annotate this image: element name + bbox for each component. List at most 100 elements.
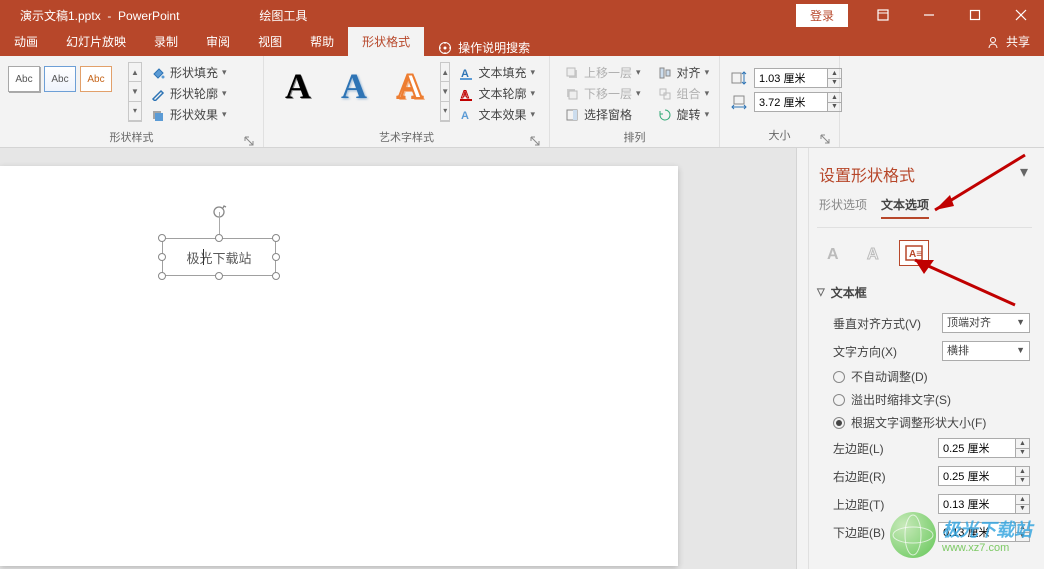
shape-style-preset[interactable]: Abc <box>44 66 76 92</box>
textbox-category-icon[interactable]: A≡ <box>899 240 929 266</box>
text-fill-icon: A <box>458 65 474 81</box>
gallery-expand-icon[interactable]: ▾ <box>441 102 449 121</box>
spin-up-icon[interactable]: ▲ <box>828 93 841 103</box>
group-label: 形状样式 <box>6 127 257 149</box>
group-objects-label: 组合 <box>677 85 701 102</box>
slide[interactable]: 极光下载站 <box>0 166 678 566</box>
valign-select[interactable]: 顶端对齐 <box>942 313 1030 333</box>
tab-help[interactable]: 帮助 <box>296 27 348 56</box>
selection-pane-label: 选择窗格 <box>584 106 632 123</box>
selected-shape[interactable]: 极光下载站 <box>162 238 276 276</box>
margin-right-input[interactable] <box>938 466 1016 486</box>
scroll-down-icon[interactable]: ▼ <box>441 82 449 101</box>
scroll-up-icon[interactable]: ▲ <box>441 63 449 82</box>
bring-forward-button[interactable]: 上移一层▾ <box>560 62 645 83</box>
globe-icon <box>890 512 936 558</box>
text-fill-outline-icon[interactable]: A <box>819 240 849 266</box>
selection-pane-button[interactable]: 选择窗格 <box>560 104 645 125</box>
slide-canvas[interactable]: 极光下载站 <box>0 148 796 569</box>
shape-style-preset[interactable]: Abc <box>8 66 40 92</box>
width-icon <box>728 93 750 111</box>
radio-shrink-text[interactable]: 溢出时缩排文字(S) <box>817 388 1032 411</box>
window-title: 演示文稿1.pptx - PowerPoint <box>0 7 179 24</box>
rotate-button[interactable]: 旋转▾ <box>653 104 714 125</box>
width-input[interactable] <box>754 92 828 112</box>
section-textbox[interactable]: ▽ 文本框 <box>817 280 1032 309</box>
scroll-up-icon[interactable]: ▲ <box>129 63 141 82</box>
scroll-down-icon[interactable]: ▼ <box>129 82 141 101</box>
chevron-down-icon: ▽ <box>817 287 825 298</box>
wordart-preset[interactable]: A <box>386 64 434 108</box>
margin-right-spinner: ▲▼ <box>1016 466 1030 486</box>
textdir-select[interactable]: 横排 <box>942 341 1030 361</box>
resize-handle[interactable] <box>158 253 166 261</box>
align-button[interactable]: 对齐▾ <box>653 62 714 83</box>
resize-handle[interactable] <box>158 234 166 242</box>
group-label: 排列 <box>556 127 713 149</box>
tab-shape-format[interactable]: 形状格式 <box>348 27 424 56</box>
gallery-expand-icon[interactable]: ▾ <box>129 102 141 121</box>
spin-down-icon[interactable]: ▼ <box>1016 449 1029 458</box>
file-name: 演示文稿1.pptx <box>20 9 101 23</box>
dialog-launcher-icon[interactable] <box>529 135 541 147</box>
pane-menu-icon[interactable]: ▾ <box>1016 162 1032 186</box>
close-icon[interactable] <box>998 0 1044 30</box>
shape-style-preset[interactable]: Abc <box>80 66 112 92</box>
wordart-preset[interactable]: A <box>330 64 378 108</box>
resize-handle[interactable] <box>272 272 280 280</box>
resize-handle[interactable] <box>272 253 280 261</box>
maximize-icon[interactable] <box>952 0 998 30</box>
style-gallery-scroll: ▲ ▼ ▾ <box>128 62 142 122</box>
tab-review[interactable]: 审阅 <box>192 27 244 56</box>
resize-handle[interactable] <box>272 234 280 242</box>
tab-view[interactable]: 视图 <box>244 27 296 56</box>
tab-slideshow[interactable]: 幻灯片放映 <box>52 27 140 56</box>
tab-animations[interactable]: 动画 <box>0 27 52 56</box>
share-button[interactable]: 共享 <box>974 27 1044 56</box>
pane-collapse-handle[interactable] <box>797 148 809 569</box>
minimize-icon[interactable] <box>906 0 952 30</box>
group-button[interactable]: 组合▾ <box>653 83 714 104</box>
dialog-launcher-icon[interactable] <box>243 135 255 147</box>
tell-me[interactable]: 操作说明搜索 <box>438 39 530 56</box>
send-backward-icon <box>564 86 580 102</box>
spin-up-icon[interactable]: ▲ <box>1016 439 1029 449</box>
bring-forward-icon <box>564 65 580 81</box>
spin-up-icon[interactable]: ▲ <box>1016 495 1029 505</box>
text-fill-button[interactable]: A 文本填充▾ <box>454 62 539 83</box>
text-effects-button[interactable]: A 文本效果▾ <box>454 104 539 125</box>
login-button[interactable]: 登录 <box>796 4 848 27</box>
paint-bucket-icon <box>150 65 166 81</box>
shape-outline-button[interactable]: 形状轮廓▾ <box>146 83 231 104</box>
margin-left-input[interactable] <box>938 438 1016 458</box>
group-size: ▲▼ ▲▼ 大小 <box>720 56 840 147</box>
spin-down-icon[interactable]: ▼ <box>1016 477 1029 486</box>
ribbon-display-options-icon[interactable] <box>860 0 906 30</box>
spin-down-icon[interactable]: ▼ <box>828 103 841 112</box>
shape-fill-button[interactable]: 形状填充▾ <box>146 62 231 83</box>
shape-textbox[interactable]: 极光下载站 <box>162 238 276 276</box>
radio-icon <box>833 371 845 383</box>
spin-up-icon[interactable]: ▲ <box>828 69 841 79</box>
shape-effects-button[interactable]: 形状效果▾ <box>146 104 231 125</box>
dialog-launcher-icon[interactable] <box>819 133 831 145</box>
send-backward-button[interactable]: 下移一层▾ <box>560 83 645 104</box>
wordart-preset[interactable]: A <box>274 64 322 108</box>
share-label: 共享 <box>1006 33 1030 50</box>
radio-no-autofit[interactable]: 不自动调整(D) <box>817 365 1032 388</box>
spin-down-icon[interactable]: ▼ <box>828 79 841 88</box>
spin-up-icon[interactable]: ▲ <box>1016 467 1029 477</box>
resize-handle[interactable] <box>215 234 223 242</box>
pane-tab-shape-options[interactable]: 形状选项 <box>819 196 867 219</box>
radio-resize-shape[interactable]: 根据文字调整形状大小(F) <box>817 411 1032 434</box>
text-effects-category-icon[interactable]: A <box>859 240 889 266</box>
radio-icon <box>833 417 845 429</box>
height-input[interactable] <box>754 68 828 88</box>
bring-forward-label: 上移一层 <box>584 64 632 81</box>
text-outline-button[interactable]: A 文本轮廓▾ <box>454 83 539 104</box>
resize-handle[interactable] <box>215 272 223 280</box>
tab-record[interactable]: 录制 <box>140 27 192 56</box>
valign-label: 垂直对齐方式(V) <box>833 315 942 332</box>
pane-tab-text-options[interactable]: 文本选项 <box>881 196 929 219</box>
resize-handle[interactable] <box>158 272 166 280</box>
